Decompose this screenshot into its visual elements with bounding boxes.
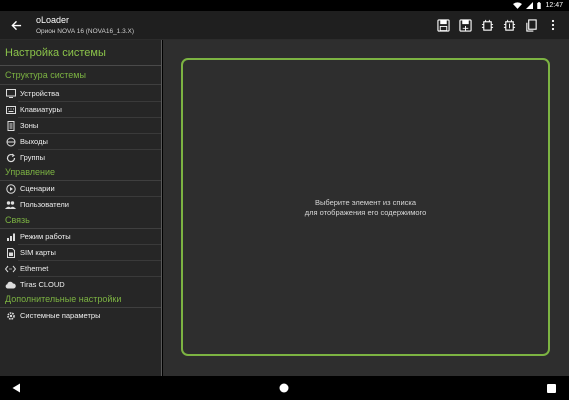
sidebar-item-label: Ethernet [20, 264, 49, 273]
save-as-icon [458, 18, 472, 32]
device-read-button[interactable] [479, 17, 495, 33]
section-header-structure: Структура системы [5, 70, 86, 80]
sidebar-item-label: Группы [20, 153, 45, 162]
sidebar-item-tiras-cloud[interactable]: Tiras CLOUD [0, 277, 161, 292]
sidebar-item-ethernet[interactable]: Ethernet [0, 261, 161, 276]
sidebar-item-label: Сценарии [20, 184, 55, 193]
sidebar-item-label: SIM карты [20, 248, 56, 257]
section-header-advanced: Дополнительные настройки [5, 294, 122, 304]
sim-card-icon [5, 247, 16, 258]
overflow-menu-button[interactable] [545, 17, 561, 33]
cellular-icon [526, 2, 534, 9]
outputs-icon [5, 136, 16, 147]
status-time: 12:47 [545, 2, 563, 9]
detail-frame: Выберите элемент из списка для отображен… [181, 58, 550, 356]
status-icons: 12:47 [513, 0, 563, 11]
sidebar-item-sim-cards[interactable]: SIM карты [0, 245, 161, 260]
sidebar-item-label: Клавиатуры [20, 105, 62, 114]
section-header-control: Управление [5, 167, 56, 177]
sidebar-item-outputs[interactable]: Выходы [0, 134, 161, 149]
wifi-icon [513, 2, 523, 9]
sidebar-item-label: Режим работы [20, 232, 71, 241]
sidebar-item-label: Выходы [20, 137, 48, 146]
device-upload-icon [503, 19, 515, 31]
toolbar [435, 17, 561, 33]
device-write-button[interactable] [501, 17, 517, 33]
circle-home-icon [279, 383, 289, 393]
nav-back-button[interactable] [8, 380, 24, 396]
content-panel: Выберите элемент из списка для отображен… [163, 40, 569, 376]
save-icon [436, 18, 450, 32]
sidebar-item-devices[interactable]: Устройства [0, 86, 161, 101]
app-title: oLoader [36, 15, 70, 25]
keyboard-icon [5, 104, 16, 115]
sidebar-title: Настройка системы [5, 47, 106, 59]
empty-state-line1: Выберите элемент из списка [314, 198, 417, 207]
cloud-icon [5, 279, 16, 290]
divider [0, 84, 161, 85]
divider [0, 65, 161, 66]
sidebar-item-label: Зоны [20, 121, 39, 130]
groups-icon [5, 152, 16, 163]
sidebar-item-scenarios[interactable]: Сценарии [0, 181, 161, 196]
back-button[interactable] [8, 17, 24, 33]
copy-icon [525, 18, 537, 32]
sidebar-item-zones[interactable]: Зоны [0, 118, 161, 133]
sidebar-item-keyboards[interactable]: Клавиатуры [0, 102, 161, 117]
section-header-communication: Связь [5, 215, 30, 225]
signal-icon [5, 231, 16, 242]
arrow-back-icon [10, 20, 21, 30]
sidebar-item-label: Tiras CLOUD [20, 280, 65, 289]
play-circle-icon [5, 183, 16, 194]
triangle-back-icon [12, 383, 20, 393]
save-button[interactable] [435, 17, 451, 33]
copy-button[interactable] [523, 17, 539, 33]
sidebar-item-operation-mode[interactable]: Режим работы [0, 229, 161, 244]
navigation-bar [0, 376, 569, 400]
square-recents-icon [546, 383, 556, 393]
ethernet-icon [5, 263, 16, 274]
device-download-icon [481, 19, 493, 31]
sidebar-item-label: Устройства [20, 89, 60, 98]
sidebar-item-label: Пользователи [20, 200, 69, 209]
devices-icon [5, 88, 16, 99]
nav-recents-button[interactable] [543, 380, 559, 396]
status-bar: 12:47 [0, 0, 569, 11]
save-as-button[interactable] [457, 17, 473, 33]
empty-state-line2: для отображения его содержимого [304, 208, 427, 217]
battery-icon [537, 2, 542, 9]
sidebar-item-system-parameters[interactable]: Системные параметры [0, 308, 161, 323]
users-icon [5, 199, 16, 210]
gear-icon [5, 310, 16, 321]
app-subtitle: Орион NOVA 16 (NOVA16_1.3.X) [36, 28, 135, 35]
more-vert-icon [551, 19, 555, 31]
sidebar: Настройка системы Структура системы Устр… [0, 40, 162, 376]
sidebar-item-users[interactable]: Пользователи [0, 197, 161, 212]
app-bar: oLoader Орион NOVA 16 (NOVA16_1.3.X) [0, 11, 569, 40]
sidebar-item-groups[interactable]: Группы [0, 150, 161, 165]
nav-home-button[interactable] [276, 380, 292, 396]
sidebar-item-label: Системные параметры [20, 311, 101, 320]
zones-icon [5, 120, 16, 131]
empty-state-message: Выберите элемент из списка для отображен… [183, 198, 548, 218]
